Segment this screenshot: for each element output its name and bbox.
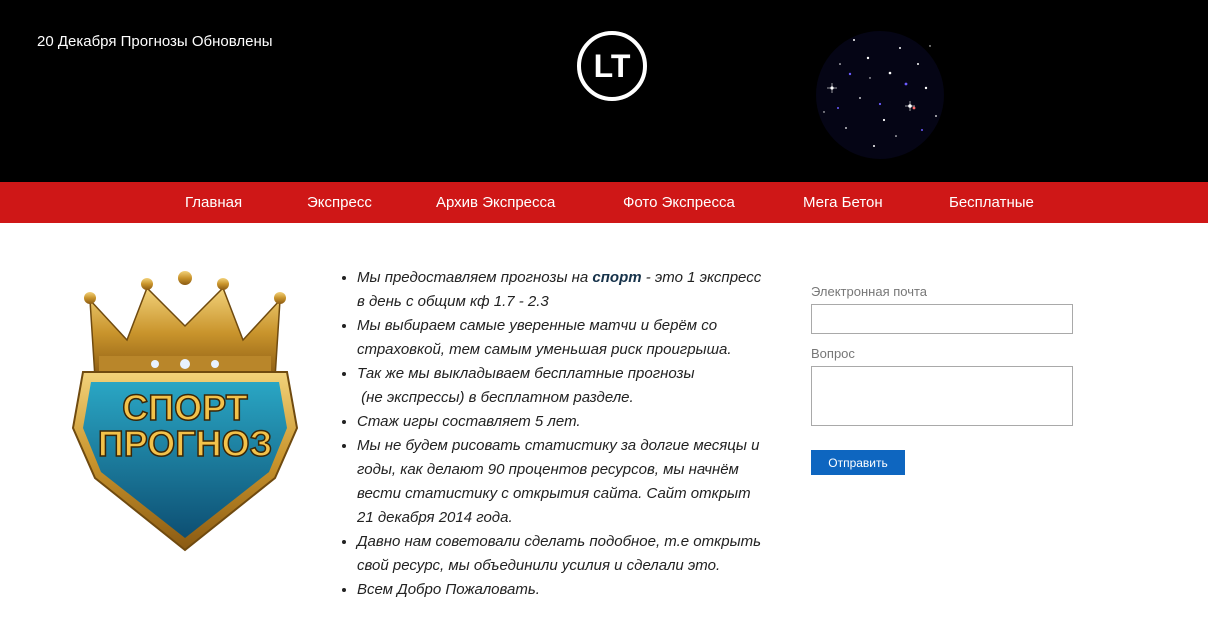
site-header: 20 Декабря Прогнозы Обновлены LT bbox=[0, 0, 1208, 182]
nav-free[interactable]: Бесплатные bbox=[949, 182, 1034, 223]
sport-link[interactable]: спорт bbox=[592, 269, 641, 286]
contact-form: Электронная почта Вопрос Отправить bbox=[811, 284, 1073, 475]
update-notice: 20 Декабря Прогнозы Обновлены bbox=[37, 33, 273, 50]
nav-express-archive[interactable]: Архив Экспресса bbox=[436, 182, 555, 223]
list-item: Мы предоставляем прогнозы на спорт - это… bbox=[357, 266, 798, 314]
question-field[interactable] bbox=[811, 366, 1073, 426]
email-field[interactable] bbox=[811, 304, 1073, 334]
sport-prognoz-badge-image: СПОРТ ПРОГНОЗ bbox=[71, 271, 299, 552]
list-item: Так же мы выкладываем бесплатные прогноз… bbox=[357, 362, 798, 410]
question-label: Вопрос bbox=[811, 346, 855, 361]
list-item: Давно нам советовали сделать подобное, т… bbox=[357, 530, 798, 578]
main-navigation: Главная Экспресс Архив Экспресса Фото Эк… bbox=[0, 182, 1208, 223]
nav-mega-beton[interactable]: Мега Бетон bbox=[803, 182, 883, 223]
lt-logo-icon[interactable]: LT bbox=[575, 29, 649, 103]
list-item: Всем Добро Пожаловать. bbox=[357, 578, 798, 602]
nav-express[interactable]: Экспресс bbox=[307, 182, 372, 223]
list-item: Мы не будем рисовать статистику за долги… bbox=[357, 434, 798, 530]
starfield-decoration bbox=[816, 31, 944, 159]
list-item: Мы выбираем самые уверенные матчи и берё… bbox=[357, 314, 798, 362]
submit-button[interactable]: Отправить bbox=[811, 450, 905, 475]
logo-text: LT bbox=[594, 48, 631, 84]
list-item: Стаж игры составляет 5 лет. bbox=[357, 410, 798, 434]
email-label: Электронная почта bbox=[811, 284, 928, 299]
nav-express-photos[interactable]: Фото Экспресса bbox=[623, 182, 735, 223]
intro-text: Мы предоставляем прогнозы на спорт - это… bbox=[338, 266, 798, 602]
badge-line-sport: СПОРТ bbox=[122, 387, 247, 428]
nav-home[interactable]: Главная bbox=[185, 182, 242, 223]
intro-list: Мы предоставляем прогнозы на спорт - это… bbox=[338, 266, 798, 602]
badge-line-prognoz: ПРОГНОЗ bbox=[98, 423, 272, 464]
